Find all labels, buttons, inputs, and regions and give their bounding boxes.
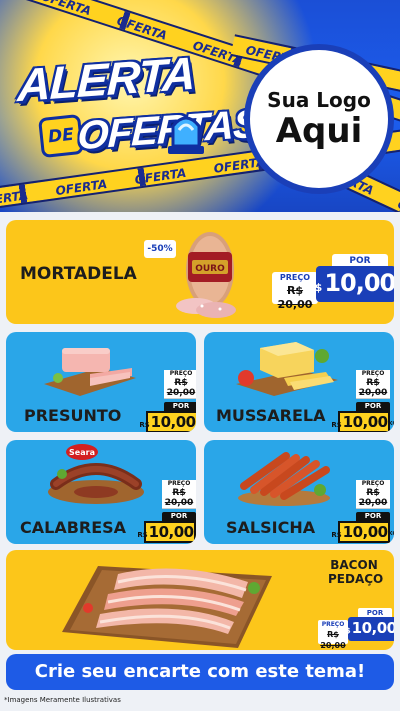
presunto-image — [44, 348, 136, 396]
product-card-salsicha[interactable]: PREÇO R$ 20,00 POR R$10,00KG SALSICHA — [204, 440, 394, 544]
store-logo-placeholder[interactable]: Sua Logo Aqui — [244, 44, 394, 194]
price-tag: PREÇO R$ 20,00 POR R$ 10,00 KG — [272, 254, 394, 311]
product-card-mussarela[interactable]: PREÇO R$ 20,00 POR R$10,00KG MUSSARELA — [204, 332, 394, 432]
product-name: SALSICHA — [226, 518, 316, 537]
product-name: MUSSARELA — [216, 406, 326, 425]
product-name: MORTADELA — [20, 264, 137, 284]
offers-board: MORTADELA -50% OURO PREÇO R$ 20,00 POR R… — [0, 212, 400, 711]
price-tag: PREÇO R$ 20,00 POR R$10,00KG — [139, 370, 196, 432]
title-alerta: ALERTA — [16, 46, 196, 112]
product-name: CALABRESA — [20, 518, 127, 537]
logo-text-line1: Sua Logo — [267, 88, 371, 112]
product-card-calabresa[interactable]: Seara PREÇO R$ 20,00 POR R$10,00KG CALAB… — [6, 440, 196, 544]
product-card-bacon[interactable]: BACON PEDAÇO PREÇO R$ 20,00 POR R$ 10,00… — [6, 550, 394, 650]
new-price: R$ 10,00 KG — [306, 266, 394, 302]
price-tag: PREÇO R$ 20,00 POR R$10,00KG — [137, 480, 196, 543]
calabresa-brand-label: Seara — [69, 448, 95, 457]
product-name: BACON PEDAÇO — [328, 558, 384, 586]
price-tag: PREÇO R$ 20,00 POR R$10,00KG — [331, 480, 394, 543]
promo-title: ALERTA DE OFERTAS — [14, 47, 260, 172]
siren-icon — [168, 116, 204, 154]
header-banner: OFERTAOFERTAOFERTA OFERTAOFERTA OFERTAOFE… — [0, 0, 400, 212]
new-price: R$ 10,00 KG — [340, 617, 394, 641]
bacon-image — [62, 566, 272, 648]
logo-text-line2: Aqui — [275, 111, 363, 151]
salsicha-image — [238, 452, 330, 506]
mortadela-image: OURO — [176, 232, 236, 318]
disclaimer-text: *Imagens Meramente Ilustrativas — [4, 696, 121, 704]
product-card-presunto[interactable]: PREÇO R$ 20,00 POR R$10,00KG PRESUNTO — [6, 332, 196, 432]
mussarela-image — [236, 342, 338, 396]
price-tag: PREÇO R$ 20,00 POR R$10,00KG — [331, 370, 394, 432]
calabresa-image: Seara — [48, 444, 144, 504]
price-tag: PREÇO R$ 20,00 POR R$ 10,00 KG — [318, 608, 394, 650]
product-card-mortadela[interactable]: MORTADELA -50% OURO PREÇO R$ 20,00 POR R… — [6, 220, 394, 324]
mortadela-brand-label: OURO — [195, 264, 225, 274]
create-flyer-button[interactable]: Crie seu encarte com este tema! — [6, 654, 394, 690]
product-name: PRESUNTO — [24, 406, 122, 425]
